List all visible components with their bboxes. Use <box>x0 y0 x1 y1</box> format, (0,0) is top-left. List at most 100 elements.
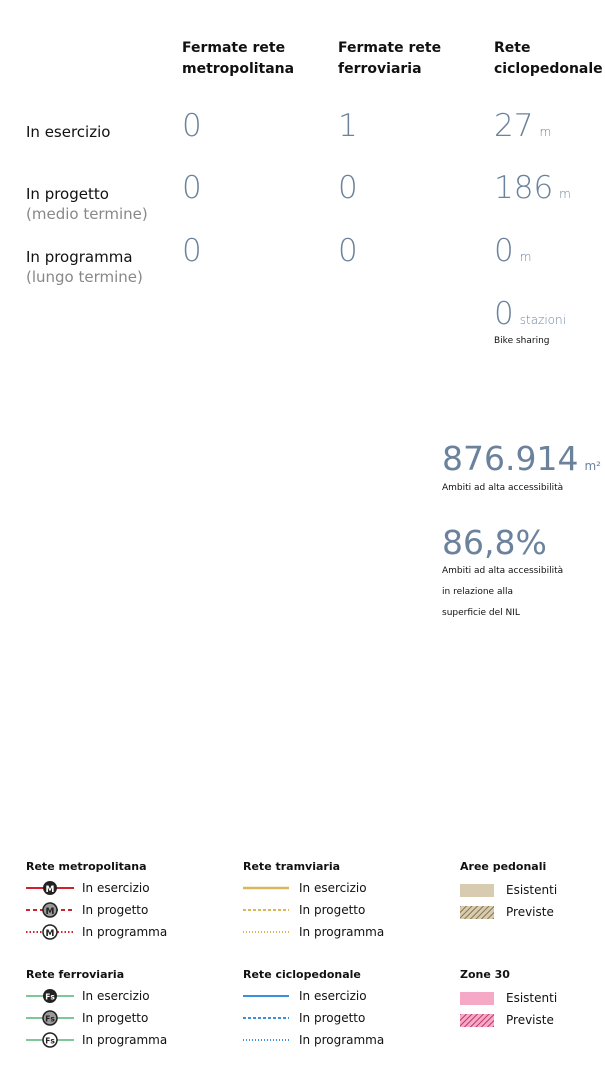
tram-dotted-icon <box>243 924 291 940</box>
accessibility-area-number: 876.914 <box>442 439 579 478</box>
ferro-dotted-icon: Fs <box>26 1032 74 1048</box>
zone30-existing-swatch <box>460 991 494 1005</box>
tram-solid-icon <box>243 880 291 896</box>
svg-text:Fs: Fs <box>45 993 55 1002</box>
legend-label: In programma <box>299 925 385 939</box>
row-label-programma: In programma (lungo termine) <box>26 247 143 287</box>
legend-item: In progetto <box>243 1007 384 1029</box>
column-header-ferro: Fermate rete ferroviaria <box>338 38 441 80</box>
legend-label: In programma <box>299 1033 385 1047</box>
legend-label: In esercizio <box>82 989 150 1003</box>
legend-ferro: Rete ferroviaria Fs In esercizio Fs In p… <box>26 968 167 1051</box>
column-header-line: Fermate rete <box>338 40 442 56</box>
legend-title: Aree pedonali <box>460 860 547 873</box>
pedonali-existing-swatch <box>460 883 494 897</box>
ciclo-unit: m <box>519 250 532 264</box>
svg-text:Fs: Fs <box>45 1037 55 1046</box>
ferro-solid-icon: Fs <box>26 988 74 1004</box>
ciclo-value-progetto: 186 m <box>494 170 571 212</box>
row-label-sub: (lungo termine) <box>26 268 143 286</box>
row-label-esercizio: In esercizio <box>26 123 111 141</box>
accessibility-pct-label-line: Ambiti ad alta accessibilità <box>442 566 564 576</box>
legend-item: Esistenti <box>460 879 557 901</box>
legend-title: Rete ferroviaria <box>26 968 125 981</box>
legend-label: In progetto <box>299 1011 366 1025</box>
zone30-planned-swatch <box>460 1013 494 1027</box>
bike-sharing-unit: stazioni <box>519 313 566 327</box>
ferro-value-programma: 0 <box>338 233 358 269</box>
legend-item: In esercizio <box>243 877 384 899</box>
legend-ciclo: Rete ciclopedonale In esercizio In proge… <box>243 968 384 1051</box>
row-label-main: In progetto <box>26 185 109 203</box>
accessibility-area-unit: m² <box>584 459 601 473</box>
metro-dotted-icon: M <box>26 924 74 940</box>
metro-value-progetto: 0 <box>182 170 202 206</box>
legend-label: Previste <box>506 1013 554 1027</box>
ciclo-value-esercizio: 27 m <box>494 108 551 150</box>
ciclo-dotted-icon <box>243 1032 291 1048</box>
legend-item: In programma <box>243 921 384 943</box>
accessibility-pct-label-line: in relazione alla <box>442 587 513 597</box>
metro-value-programma: 0 <box>182 233 202 269</box>
ciclo-number: 0 <box>494 233 514 269</box>
legend-label: Previste <box>506 905 554 919</box>
legend-title: Rete metropolitana <box>26 860 147 873</box>
legend-label: In progetto <box>82 1011 149 1025</box>
legend-item: Esistenti <box>460 987 557 1009</box>
svg-text:M: M <box>46 907 55 917</box>
column-header-line: Fermate rete <box>182 40 286 56</box>
legend-item: M In programma <box>26 921 167 943</box>
svg-text:M: M <box>46 885 55 895</box>
row-label-progetto: In progetto (medio termine) <box>26 184 148 224</box>
legend-metro: Rete metropolitana M In esercizio M In p… <box>26 860 167 943</box>
ferro-value-esercizio: 1 <box>338 108 358 144</box>
svg-text:M: M <box>46 929 55 939</box>
accessibility-pct-value: 86,8% <box>442 523 547 562</box>
ferro-dashed-icon: Fs <box>26 1010 74 1026</box>
row-label-main: In programma <box>26 248 133 266</box>
legend-zone30: Zone 30 Esistenti Previste <box>460 968 557 1031</box>
column-header-line: metropolitana <box>182 61 295 77</box>
legend-label: In progetto <box>82 903 149 917</box>
legend-item: Fs In progetto <box>26 1007 167 1029</box>
legend-item: In programma <box>243 1029 384 1051</box>
legend-label: In esercizio <box>299 989 367 1003</box>
column-header-metro: Fermate rete metropolitana <box>182 38 294 80</box>
metro-value-esercizio: 0 <box>182 108 202 144</box>
legend-label: In programma <box>82 1033 168 1047</box>
bike-sharing-label: Bike sharing <box>494 336 550 346</box>
ferro-value-progetto: 0 <box>338 170 358 206</box>
column-header-line: Rete <box>494 40 531 56</box>
ciclo-number: 186 <box>494 170 554 206</box>
accessibility-pct-label-line: superficie del NIL <box>442 608 520 618</box>
legend-item: M In progetto <box>26 899 167 921</box>
column-header-line: ferroviaria <box>338 61 422 77</box>
legend-label: Esistenti <box>506 991 558 1005</box>
metro-dashed-icon: M <box>26 902 74 918</box>
ciclo-dashed-icon <box>243 1010 291 1026</box>
pedonali-planned-swatch <box>460 905 494 919</box>
ciclo-number: 27 <box>494 108 534 144</box>
legend-title: Zone 30 <box>460 968 510 981</box>
bike-sharing-number: 0 <box>494 296 514 332</box>
accessibility-area-label: Ambiti ad alta accessibilità <box>442 483 564 493</box>
legend-item: In progetto <box>243 899 384 921</box>
legend-tram: Rete tramviaria In esercizio In progetto… <box>243 860 384 943</box>
legend-pedonali: Aree pedonali Esistenti Previste <box>460 860 557 923</box>
svg-text:Fs: Fs <box>45 1015 55 1024</box>
legend-label: In esercizio <box>299 881 367 895</box>
legend-title: Rete tramviaria <box>243 860 341 873</box>
accessibility-pct-label: Ambiti ad alta accessibilità in relazion… <box>442 561 563 624</box>
legend-label: In programma <box>82 925 168 939</box>
legend-item: Fs In programma <box>26 1029 167 1051</box>
ciclo-value-programma: 0m <box>494 233 531 275</box>
metro-solid-icon: M <box>26 880 74 896</box>
legend-label: In esercizio <box>82 881 150 895</box>
legend-label: Esistenti <box>506 883 558 897</box>
legend-item: Previste <box>460 1009 557 1031</box>
row-label-sub: (medio termine) <box>26 205 148 223</box>
ciclo-unit: m <box>539 125 552 139</box>
ciclo-unit: m <box>559 187 571 201</box>
legend-item: Previste <box>460 901 557 923</box>
legend-title: Rete ciclopedonale <box>243 968 361 981</box>
